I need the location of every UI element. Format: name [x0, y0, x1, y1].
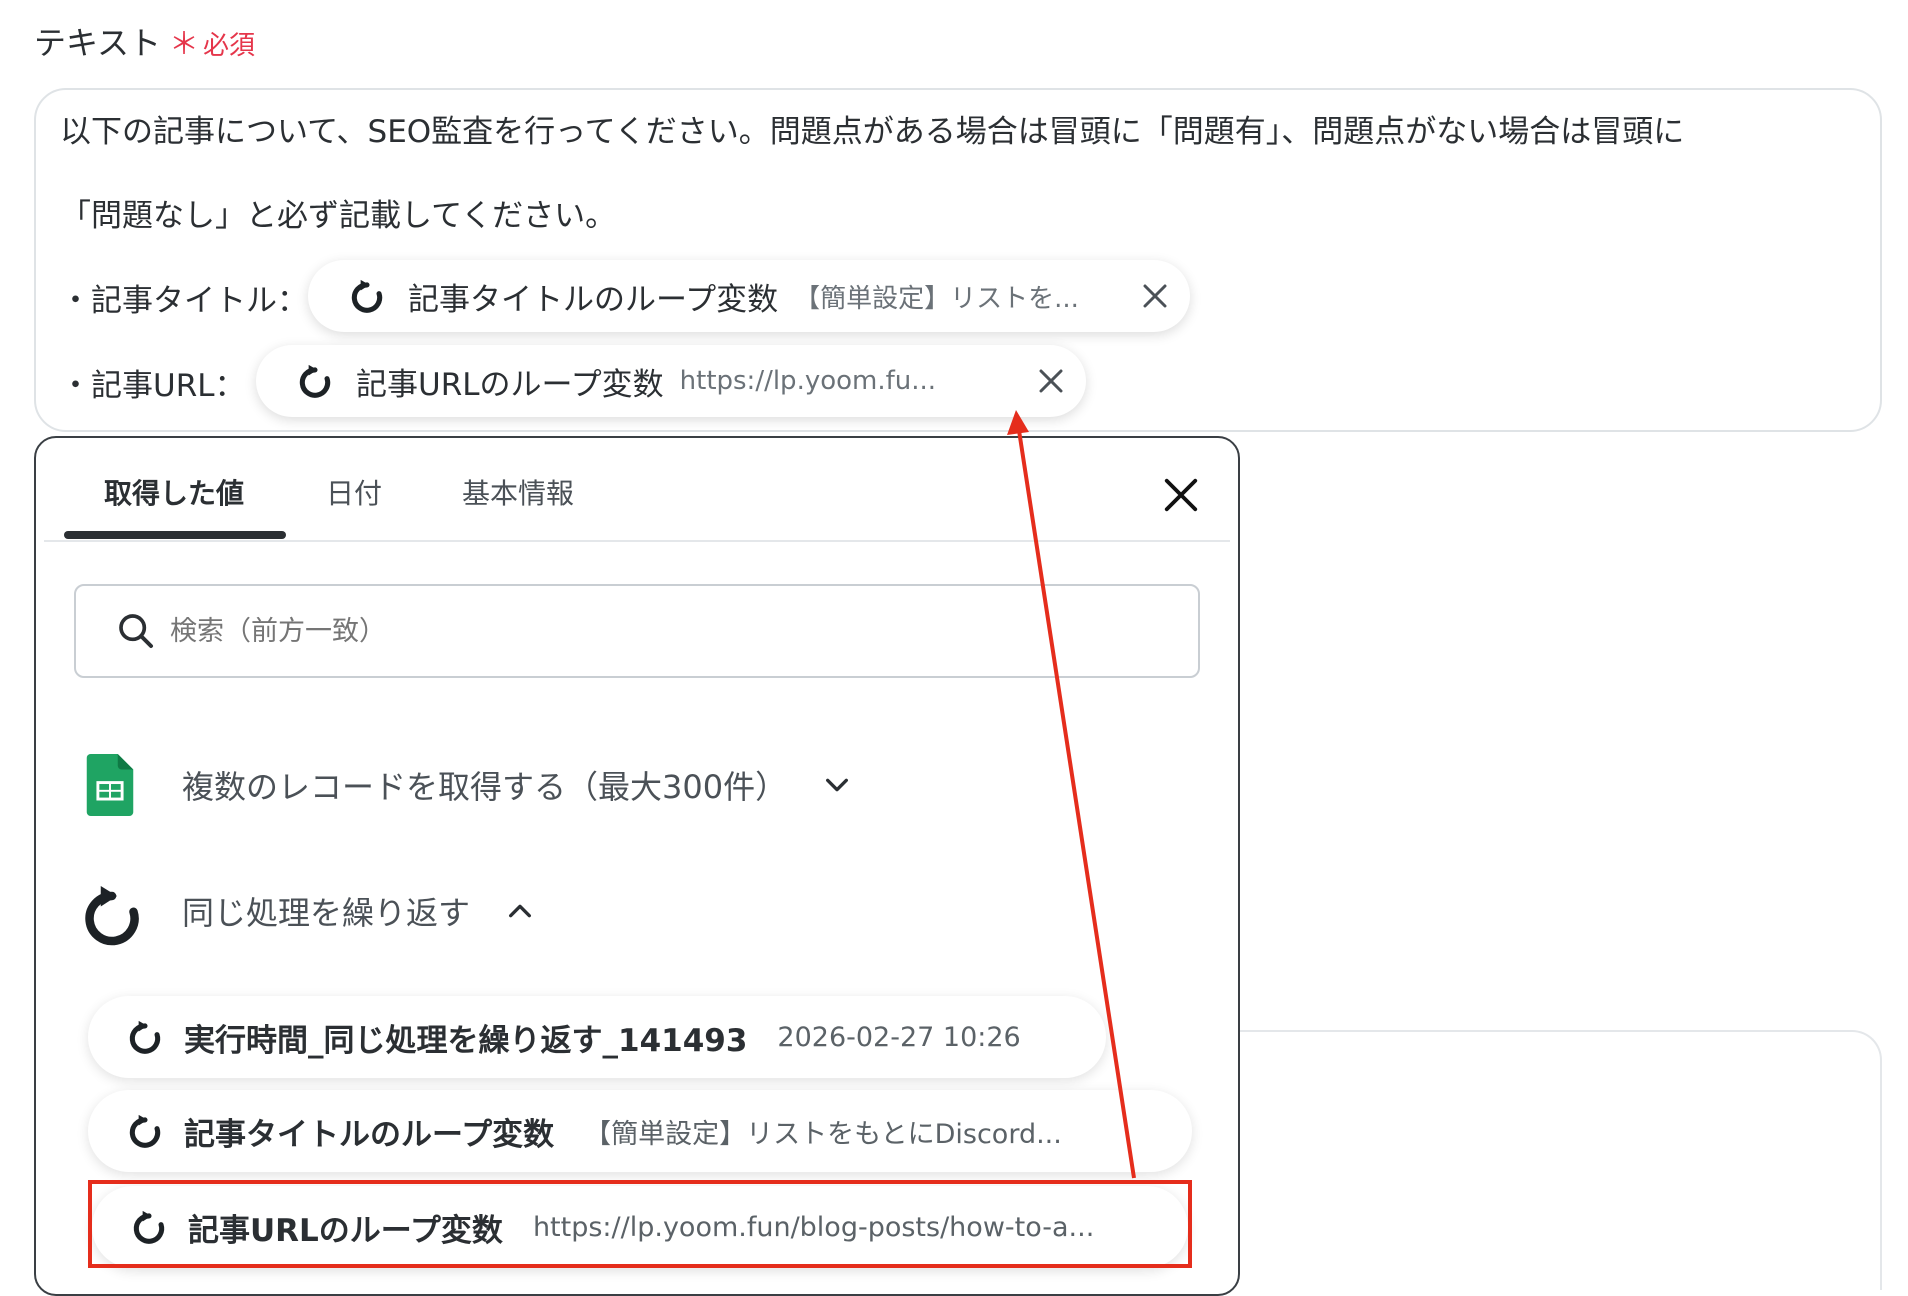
field-label-text: テキスト: [34, 24, 162, 62]
prompt-line-1: 以下の記事について、SEO監査を行ってください。問題点がある場合は冒頭に「問題有…: [60, 114, 1685, 150]
active-tab-indicator: [64, 531, 286, 539]
loop-icon: [299, 364, 331, 398]
tab-divider: [44, 540, 1230, 542]
chip-value: https://lp.yoom.fu...: [679, 366, 937, 396]
group-title: 同じ処理を繰り返す: [182, 894, 471, 932]
variable-chip-article-url[interactable]: 記事URLのループ変数 https://lp.yoom.fu...: [256, 345, 1086, 417]
chip-name: 記事タイトルのループ変数: [408, 281, 779, 318]
group-repeat-process[interactable]: 同じ処理を繰り返す: [82, 876, 534, 946]
bullet-article-title: ・記事タイトル：: [60, 283, 308, 319]
tab-date[interactable]: 日付: [326, 472, 382, 512]
required-badge: 必須: [203, 31, 256, 61]
variable-chip-article-title[interactable]: 記事タイトルのループ変数 【簡単設定】リストを...: [308, 260, 1190, 332]
item-name: 実行時間_同じ処理を繰り返す_141493: [184, 1022, 748, 1059]
background-panel: [1240, 1030, 1882, 1290]
highlight-box: [88, 1180, 1192, 1268]
loop-icon: [351, 279, 383, 313]
list-item[interactable]: 実行時間_同じ処理を繰り返す_141493 2026-02-27 10:26: [88, 996, 1106, 1078]
remove-chip-icon[interactable]: [1036, 366, 1066, 396]
item-name: 記事タイトルのループ変数: [184, 1116, 555, 1153]
group-title: 複数のレコードを取得する（最大300件）: [182, 768, 788, 806]
loop-icon: [129, 1020, 161, 1054]
group-get-records[interactable]: 複数のレコードを取得する（最大300件）: [86, 754, 851, 816]
chevron-up-icon[interactable]: [506, 897, 534, 925]
search-field[interactable]: [74, 584, 1200, 678]
list-item[interactable]: 記事タイトルのループ変数 【簡単設定】リストをもとにDiscord...: [88, 1090, 1192, 1172]
field-label: テキスト＊必須: [34, 18, 255, 64]
google-sheets-icon: [86, 754, 134, 816]
chip-value: 【簡単設定】リストを...: [794, 283, 1079, 314]
chip-name: 記事URLのループ変数: [356, 366, 664, 403]
tab-basic-info[interactable]: 基本情報: [462, 472, 574, 512]
loop-icon: [85, 886, 139, 946]
item-value: 2026-02-27 10:26: [777, 1021, 1021, 1053]
search-icon: [119, 614, 153, 648]
tab-fetched-values[interactable]: 取得した値: [104, 472, 244, 512]
close-icon[interactable]: [1162, 476, 1200, 514]
required-star: ＊: [169, 27, 200, 62]
remove-chip-icon[interactable]: [1140, 281, 1170, 311]
search-input[interactable]: [168, 614, 1072, 648]
loop-icon: [129, 1114, 161, 1148]
bullet-article-url: ・記事URL：: [60, 368, 246, 404]
prompt-line-2: 「問題なし」と必ず記載してください。: [60, 198, 617, 234]
chevron-down-icon[interactable]: [823, 771, 851, 799]
item-value: 【簡単設定】リストをもとにDiscord...: [584, 1118, 1062, 1150]
